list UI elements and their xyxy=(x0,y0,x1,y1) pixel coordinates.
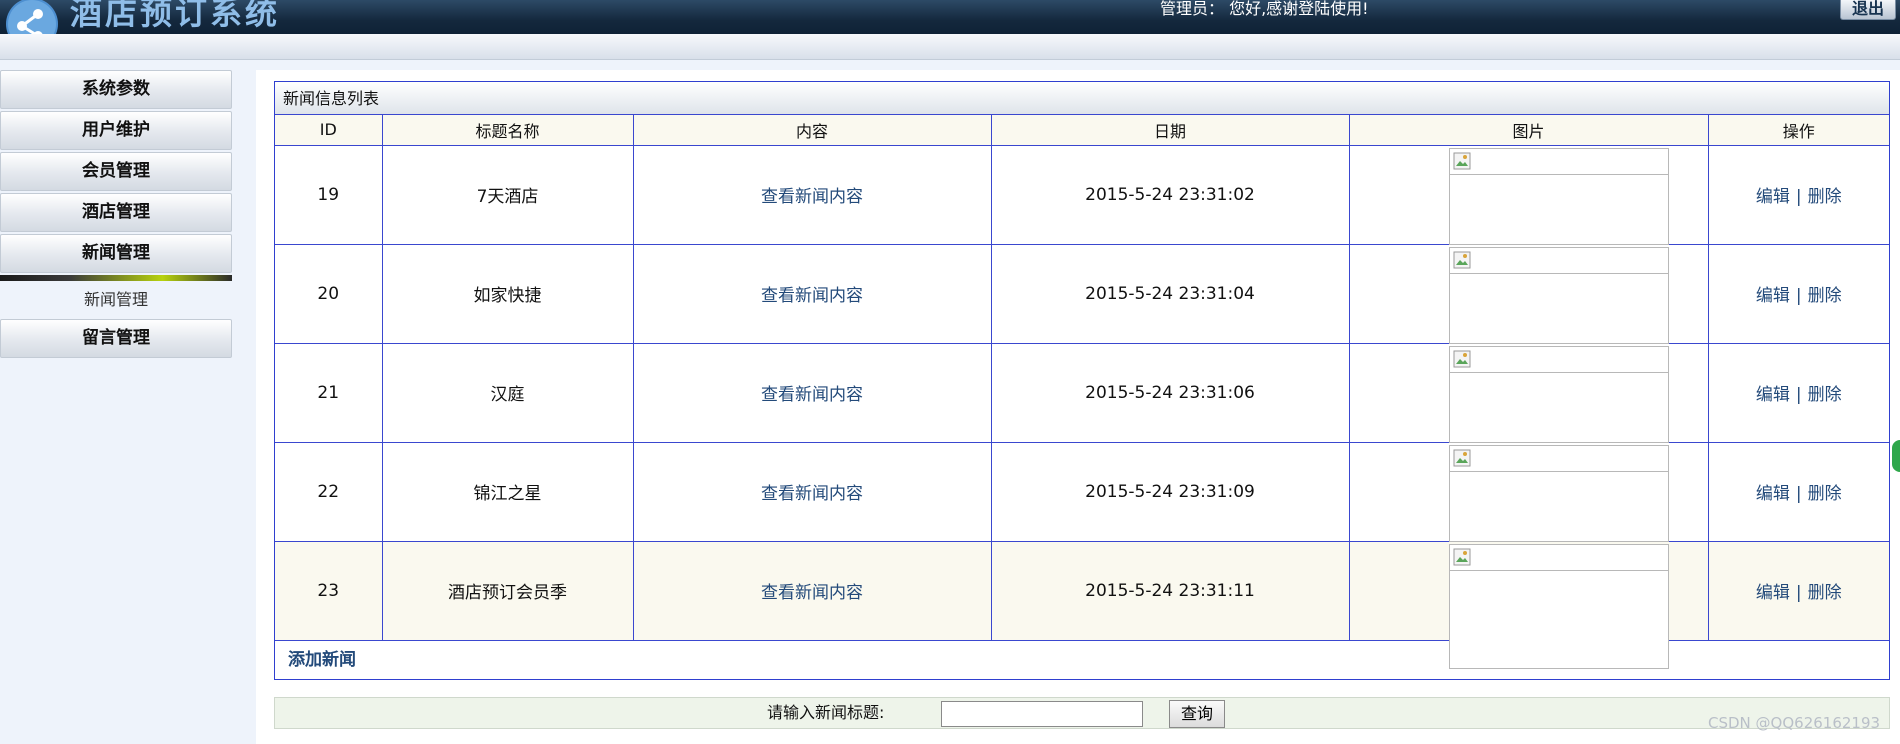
delete-link[interactable]: 删除 xyxy=(1808,286,1842,306)
cell-image xyxy=(1348,540,1709,669)
delete-link[interactable]: 删除 xyxy=(1808,385,1842,405)
edit-link[interactable]: 编辑 xyxy=(1756,484,1790,504)
cell-content: 查看新闻内容 xyxy=(632,243,992,344)
column-header-content: 内容 xyxy=(632,115,992,146)
app-title: 酒店预订系统 xyxy=(70,0,281,32)
view-content-link[interactable]: 查看新闻内容 xyxy=(761,583,863,603)
cell-title: 酒店预订会员季 xyxy=(381,540,634,641)
cell-content: 查看新闻内容 xyxy=(632,144,992,245)
cell-id: 23 xyxy=(275,540,383,641)
cell-date: 2015-5-24 23:31:11 xyxy=(990,540,1350,641)
sidebar-item-user-maintenance[interactable]: 用户维护 xyxy=(0,111,232,150)
cell-image xyxy=(1348,243,1709,344)
admin-greeting: 管理员： 您好,感谢登陆使用! xyxy=(1160,0,1369,18)
broken-image-icon xyxy=(1448,444,1669,542)
sidebar-item-system-params[interactable]: 系统参数 xyxy=(0,70,232,109)
column-header-date: 日期 xyxy=(990,115,1350,146)
delete-link[interactable]: 删除 xyxy=(1808,187,1842,207)
cell-image xyxy=(1348,441,1709,542)
table-row: 23 酒店预订会员季 查看新闻内容 2015-5-24 23:31:11 编辑 |… xyxy=(275,540,1889,669)
search-label: 请输入新闻标题: xyxy=(767,703,885,722)
broken-image-icon xyxy=(1448,543,1669,669)
sidebar-item-hotel-management[interactable]: 酒店管理 xyxy=(0,193,232,232)
action-separator: | xyxy=(1795,286,1802,306)
cell-actions: 编辑 | 删除 xyxy=(1707,441,1889,542)
logout-button[interactable]: 退出 xyxy=(1840,0,1896,20)
edit-link[interactable]: 编辑 xyxy=(1756,385,1790,405)
column-header-title: 标题名称 xyxy=(381,115,634,146)
news-table: ID 标题名称 内容 日期 图片 操作 19 7天酒店 查看新闻内容 2015-… xyxy=(275,115,1889,669)
action-separator: | xyxy=(1795,385,1802,405)
view-content-link[interactable]: 查看新闻内容 xyxy=(761,187,863,207)
cell-actions: 编辑 | 删除 xyxy=(1707,540,1889,641)
floating-side-tab[interactable] xyxy=(1890,438,1900,474)
search-input[interactable] xyxy=(941,701,1143,727)
sidebar-item-member-management[interactable]: 会员管理 xyxy=(0,152,232,191)
table-row: 19 7天酒店 查看新闻内容 2015-5-24 23:31:02 编辑 | 删除 xyxy=(275,144,1889,245)
cell-date: 2015-5-24 23:31:06 xyxy=(990,342,1350,443)
column-header-image: 图片 xyxy=(1348,115,1709,146)
cell-image xyxy=(1348,342,1709,443)
cell-title: 锦江之星 xyxy=(381,441,634,542)
cell-date: 2015-5-24 23:31:09 xyxy=(990,441,1350,542)
view-content-link[interactable]: 查看新闻内容 xyxy=(761,286,863,306)
broken-image-icon xyxy=(1448,345,1669,443)
cell-image xyxy=(1348,144,1709,245)
cell-id: 20 xyxy=(275,243,383,344)
sidebar: 系统参数 用户维护 会员管理 酒店管理 新闻管理 新闻管理 留言管理 xyxy=(0,70,234,360)
watermark: CSDN @QQ626162193 xyxy=(1708,714,1881,732)
news-list-panel: 新闻信息列表 ID 标题名称 内容 日期 图片 操作 19 7天酒店 查看新闻内… xyxy=(274,81,1890,680)
search-button[interactable]: 查询 xyxy=(1169,700,1225,728)
edit-link[interactable]: 编辑 xyxy=(1756,583,1790,603)
broken-image-icon xyxy=(1448,147,1669,245)
column-header-actions: 操作 xyxy=(1707,115,1889,146)
cell-date: 2015-5-24 23:31:04 xyxy=(990,243,1350,344)
edit-link[interactable]: 编辑 xyxy=(1756,286,1790,306)
edit-link[interactable]: 编辑 xyxy=(1756,187,1790,207)
cell-title: 汉庭 xyxy=(381,342,634,443)
action-separator: | xyxy=(1795,484,1802,504)
cell-content: 查看新闻内容 xyxy=(632,342,992,443)
cell-actions: 编辑 | 删除 xyxy=(1707,243,1889,344)
column-header-id: ID xyxy=(275,115,383,146)
view-content-link[interactable]: 查看新闻内容 xyxy=(761,385,863,405)
table-row: 22 锦江之星 查看新闻内容 2015-5-24 23:31:09 编辑 | 删除 xyxy=(275,441,1889,542)
broken-image-icon xyxy=(1448,246,1669,344)
delete-link[interactable]: 删除 xyxy=(1808,484,1842,504)
action-separator: | xyxy=(1795,583,1802,603)
cell-date: 2015-5-24 23:31:02 xyxy=(990,144,1350,245)
table-row: 21 汉庭 查看新闻内容 2015-5-24 23:31:06 编辑 | 删除 xyxy=(275,342,1889,443)
delete-link[interactable]: 删除 xyxy=(1808,583,1842,603)
header-strip xyxy=(0,34,1900,60)
submenu-item-news-management[interactable]: 新闻管理 xyxy=(0,281,232,319)
search-bar: 请输入新闻标题: 查询 xyxy=(274,697,1890,729)
cell-id: 22 xyxy=(275,441,383,542)
cell-id: 19 xyxy=(275,144,383,245)
cell-content: 查看新闻内容 xyxy=(632,540,992,641)
cell-content: 查看新闻内容 xyxy=(632,441,992,542)
cell-title: 7天酒店 xyxy=(381,144,634,245)
action-separator: | xyxy=(1795,187,1802,207)
cell-title: 如家快捷 xyxy=(381,243,634,344)
cell-actions: 编辑 | 删除 xyxy=(1707,144,1889,245)
table-header-row: ID 标题名称 内容 日期 图片 操作 xyxy=(275,115,1889,146)
add-news-link[interactable]: 添加新闻 xyxy=(288,650,356,670)
view-content-link[interactable]: 查看新闻内容 xyxy=(761,484,863,504)
table-row: 20 如家快捷 查看新闻内容 2015-5-24 23:31:04 编辑 | 删除 xyxy=(275,243,1889,344)
cell-actions: 编辑 | 删除 xyxy=(1707,342,1889,443)
top-header: 酒店预订系统 管理员： 您好,感谢登陆使用! 退出 xyxy=(0,0,1900,50)
panel-title: 新闻信息列表 xyxy=(275,82,1889,115)
sidebar-item-message-management[interactable]: 留言管理 xyxy=(0,319,232,358)
cell-id: 21 xyxy=(275,342,383,443)
sidebar-item-news-management[interactable]: 新闻管理 xyxy=(0,234,232,273)
